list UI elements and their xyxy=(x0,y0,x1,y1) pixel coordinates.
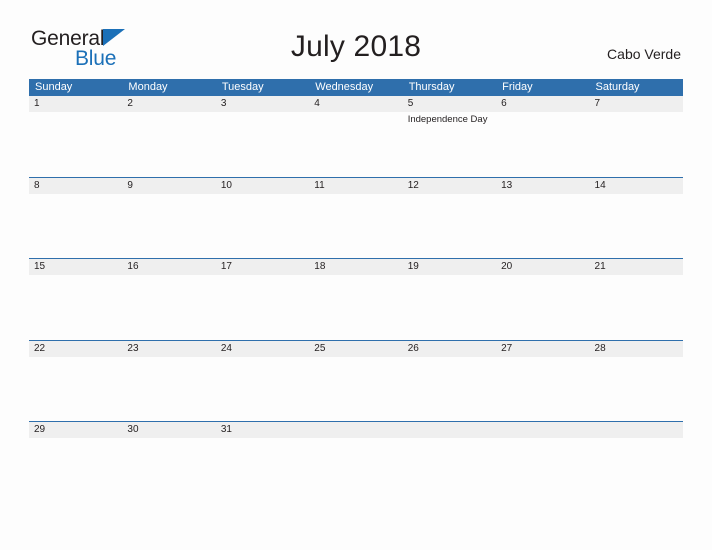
day-cell-7[interactable]: 7 xyxy=(590,96,683,177)
day-number: 21 xyxy=(594,261,606,272)
calendar-week-row: 8 9 10 11 12 13 14 xyxy=(29,176,683,259)
day-cell-4[interactable]: 4 xyxy=(309,96,402,177)
day-number: 5 xyxy=(407,98,414,109)
day-number: 6 xyxy=(501,98,507,109)
day-cell-14[interactable]: 14 xyxy=(590,178,683,259)
weekday-header-saturday: Saturday xyxy=(595,81,640,93)
day-cell-8[interactable]: 8 xyxy=(29,178,122,259)
day-cell-10[interactable]: 10 xyxy=(216,178,309,259)
day-cell-2[interactable]: 2 xyxy=(122,96,215,177)
day-number: 12 xyxy=(407,179,419,191)
page-header: General Blue July 2018 Cabo Verde xyxy=(0,0,712,69)
day-number: 22 xyxy=(34,342,46,354)
day-number: 16 xyxy=(127,261,139,272)
day-cell-empty xyxy=(496,422,589,503)
day-number: 13 xyxy=(501,179,513,191)
day-cell-18[interactable]: 18 xyxy=(309,259,402,340)
weekday-header-monday: Monday xyxy=(128,81,168,93)
day-cell-23[interactable]: 23 xyxy=(122,341,215,422)
day-number: 27 xyxy=(501,342,513,354)
day-cell-empty xyxy=(403,422,496,503)
calendar-week-row: 29 30 31 xyxy=(29,421,683,503)
day-number: 24 xyxy=(220,342,232,354)
day-cell-25[interactable]: 25 xyxy=(309,341,402,422)
day-number: 20 xyxy=(501,261,513,272)
day-cell-31[interactable]: 31 xyxy=(216,422,309,503)
day-number: 26 xyxy=(407,342,419,354)
calendar-week-row: 15 16 17 18 19 20 21 xyxy=(29,258,683,340)
day-cell-16[interactable]: 16 xyxy=(122,259,215,340)
day-cell-20[interactable]: 20 xyxy=(496,259,589,340)
day-cell-13[interactable]: 13 xyxy=(496,178,589,259)
day-number: 9 xyxy=(127,179,133,191)
calendar-grid: Sunday Monday Tuesday Wednesday Thursday Frid… xyxy=(29,79,683,503)
day-events: Independence Day xyxy=(408,114,491,126)
day-cell-28[interactable]: 28 xyxy=(590,341,683,422)
day-number: 18 xyxy=(314,261,326,272)
event-label: Independence Day xyxy=(407,114,488,125)
day-cell-6[interactable]: 6 xyxy=(496,96,589,177)
day-cell-empty xyxy=(590,422,683,503)
weekday-header-friday: Friday xyxy=(502,81,533,93)
day-cell-3[interactable]: 3 xyxy=(216,96,309,177)
day-number: 1 xyxy=(34,98,40,109)
day-number: 31 xyxy=(220,424,232,435)
day-cell-1[interactable]: 1 xyxy=(29,96,122,177)
weekday-header-wednesday: Wednesday xyxy=(315,81,374,93)
day-cell-22[interactable]: 22 xyxy=(29,341,122,422)
day-number: 25 xyxy=(314,342,326,354)
day-cell-19[interactable]: 19 xyxy=(403,259,496,340)
day-number: 29 xyxy=(34,424,46,435)
day-cell-15[interactable]: 15 xyxy=(29,259,122,340)
page-title: July 2018 xyxy=(290,30,422,63)
calendar-week-row: 1 2 3 4 5 Independence Day 6 7 xyxy=(29,96,683,177)
weekday-header-row: Sunday Monday Tuesday Wednesday Thursday Frid… xyxy=(29,79,683,96)
day-cell-9[interactable]: 9 xyxy=(122,178,215,259)
calendar-week-row: 22 23 24 25 26 27 28 xyxy=(29,339,683,422)
day-number: 23 xyxy=(127,342,139,354)
day-cell-30[interactable]: 30 xyxy=(122,422,215,503)
day-number: 28 xyxy=(594,342,606,354)
day-number: 14 xyxy=(594,179,606,191)
day-number: 3 xyxy=(220,98,227,109)
day-cell-21[interactable]: 21 xyxy=(590,259,683,340)
day-number xyxy=(314,422,397,438)
day-number: 10 xyxy=(220,179,232,191)
day-number: 19 xyxy=(407,261,419,272)
day-cell-24[interactable]: 24 xyxy=(216,341,309,422)
weekday-header-sunday: Sunday xyxy=(35,81,73,93)
day-cell-29[interactable]: 29 xyxy=(29,422,122,503)
locale-label: Cabo Verde xyxy=(607,46,681,62)
day-cell-17[interactable]: 17 xyxy=(216,259,309,340)
day-number xyxy=(408,422,491,438)
day-number: 11 xyxy=(314,179,325,191)
day-number: 4 xyxy=(314,98,320,109)
day-number: 15 xyxy=(34,261,46,272)
day-cell-5[interactable]: 5 Independence Day xyxy=(403,96,496,177)
day-cell-empty xyxy=(309,422,402,503)
day-number xyxy=(501,422,584,438)
weekday-header-thursday: Thursday xyxy=(408,81,455,93)
weekday-header-tuesday: Tuesday xyxy=(221,81,264,93)
day-number: 30 xyxy=(127,424,139,435)
calendar-week-rows: 1 2 3 4 5 Independence Day 6 7 8 9 10 11 12 13 14 15 16 1… xyxy=(29,96,683,503)
day-cell-26[interactable]: 26 xyxy=(403,341,496,422)
day-number: 2 xyxy=(127,98,133,109)
day-number xyxy=(595,422,678,438)
day-number: 7 xyxy=(594,98,601,109)
day-cell-27[interactable]: 27 xyxy=(496,341,589,422)
day-cell-11[interactable]: 11 xyxy=(309,178,402,259)
day-cell-12[interactable]: 12 xyxy=(403,178,496,259)
day-number: 8 xyxy=(34,179,40,191)
day-number: 17 xyxy=(220,261,232,272)
